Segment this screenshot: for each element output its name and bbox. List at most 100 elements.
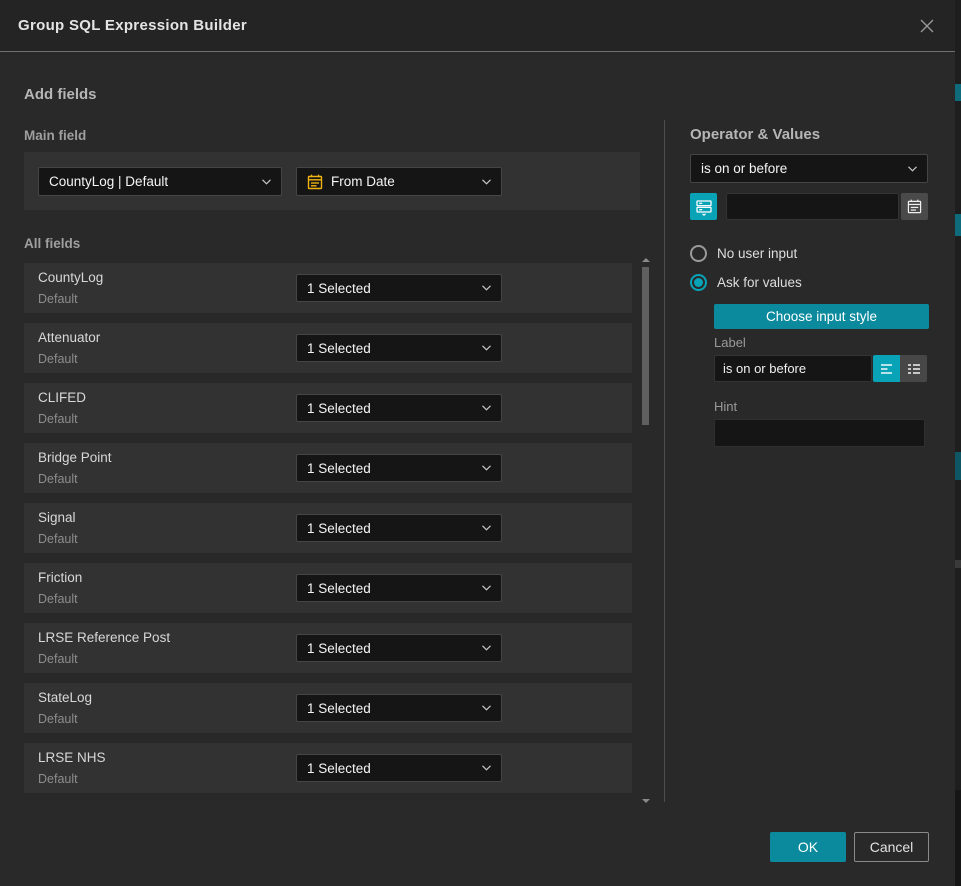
close-icon[interactable] — [917, 16, 937, 36]
dialog-header: Group SQL Expression Builder — [0, 0, 955, 52]
field-values-select[interactable]: 1 Selected — [296, 634, 502, 662]
chevron-down-icon — [482, 345, 491, 351]
field-values-select-label: 1 Selected — [307, 461, 371, 476]
field-values-select[interactable]: 1 Selected — [296, 694, 502, 722]
screen: Group SQL Expression Builder Add fields … — [0, 0, 961, 886]
field-sublabel: Default — [38, 592, 78, 606]
field-row: LRSE NHS Default 1 Selected — [24, 743, 632, 793]
scroll-down-arrow[interactable] — [641, 798, 650, 804]
background-fragment — [955, 84, 961, 101]
field-row: CountyLog Default 1 Selected — [24, 263, 632, 313]
field-values-select[interactable]: 1 Selected — [296, 334, 502, 362]
value-input[interactable] — [726, 193, 899, 220]
chevron-down-icon — [482, 765, 491, 771]
field-values-select-label: 1 Selected — [307, 641, 371, 656]
field-values-select-label: 1 Selected — [307, 281, 371, 296]
radio-circle-off — [690, 245, 707, 262]
field-values-select[interactable]: 1 Selected — [296, 454, 502, 482]
layer-select[interactable]: CountyLog | Default — [38, 167, 282, 196]
chevron-down-icon — [908, 166, 917, 172]
group-sql-expression-builder-dialog: Group SQL Expression Builder Add fields … — [0, 0, 955, 886]
dialog-title: Group SQL Expression Builder — [18, 17, 247, 34]
field-values-select[interactable]: 1 Selected — [296, 394, 502, 422]
calendar-icon — [907, 199, 922, 214]
field-row: CLIFED Default 1 Selected — [24, 383, 632, 433]
list-icon — [906, 361, 922, 377]
field-name: Signal — [38, 510, 76, 525]
main-field-select-value: From Date — [331, 174, 395, 189]
radio-circle-on — [690, 274, 707, 291]
cancel-button[interactable]: Cancel — [854, 832, 929, 862]
field-values-select[interactable]: 1 Selected — [296, 574, 502, 602]
ok-button[interactable]: OK — [770, 832, 846, 862]
operator-select-value: is on or before — [701, 161, 787, 176]
field-values-select-label: 1 Selected — [307, 401, 371, 416]
choose-input-style-button[interactable]: Choose input style — [714, 304, 929, 329]
field-values-select[interactable]: 1 Selected — [296, 274, 502, 302]
background-fragment — [955, 452, 961, 480]
all-fields-scrollbar[interactable] — [641, 257, 650, 804]
field-name: StateLog — [38, 690, 92, 705]
chevron-down-icon — [482, 465, 491, 471]
label-input[interactable] — [714, 355, 872, 382]
operator-values-heading: Operator & Values — [690, 126, 820, 143]
scroll-thumb[interactable] — [642, 267, 649, 425]
background-fragment — [955, 560, 961, 568]
label-caption: Label — [714, 335, 746, 350]
layer-select-value: CountyLog | Default — [49, 174, 168, 189]
operator-select[interactable]: is on or before — [690, 154, 928, 183]
field-row: Signal Default 1 Selected — [24, 503, 632, 553]
field-name: Bridge Point — [38, 450, 112, 465]
field-sublabel: Default — [38, 412, 78, 426]
field-name: LRSE Reference Post — [38, 630, 170, 645]
field-values-select-label: 1 Selected — [307, 341, 371, 356]
calendar-icon — [307, 174, 323, 190]
all-fields-label: All fields — [24, 236, 80, 251]
field-row: Bridge Point Default 1 Selected — [24, 443, 632, 493]
field-sublabel: Default — [38, 532, 78, 546]
value-type-button[interactable] — [690, 193, 717, 220]
hint-input[interactable] — [714, 419, 925, 447]
chevron-down-icon — [482, 405, 491, 411]
field-row: Attenuator Default 1 Selected — [24, 323, 632, 373]
chevron-down-icon — [482, 705, 491, 711]
field-values-select-label: 1 Selected — [307, 701, 371, 716]
radio-ask-for-values-label: Ask for values — [717, 275, 802, 290]
field-sublabel: Default — [38, 652, 78, 666]
field-row: Friction Default 1 Selected — [24, 563, 632, 613]
add-fields-heading: Add fields — [24, 86, 97, 103]
scroll-up-arrow[interactable] — [641, 257, 650, 263]
field-values-select[interactable]: 1 Selected — [296, 754, 502, 782]
field-name: Friction — [38, 570, 82, 585]
field-sublabel: Default — [38, 292, 78, 306]
chevron-down-icon — [262, 179, 271, 185]
field-name: CLIFED — [38, 390, 86, 405]
main-field-panel: CountyLog | Default From Date — [24, 152, 640, 210]
field-sublabel: Default — [38, 772, 78, 786]
chevron-down-icon — [482, 179, 491, 185]
background-fragment — [955, 214, 961, 236]
field-sublabel: Default — [38, 472, 78, 486]
field-row: LRSE Reference Post Default 1 Selected — [24, 623, 632, 673]
chevron-down-icon — [482, 525, 491, 531]
field-values-select-label: 1 Selected — [307, 761, 371, 776]
field-row: StateLog Default 1 Selected — [24, 683, 632, 733]
chevron-down-icon — [482, 285, 491, 291]
main-field-select[interactable]: From Date — [296, 167, 502, 196]
radio-no-user-input[interactable]: No user input — [690, 245, 797, 262]
radio-ask-for-values[interactable]: Ask for values — [690, 274, 802, 291]
background-app-sliver — [955, 0, 961, 886]
chevron-down-icon — [482, 585, 491, 591]
background-fragment — [955, 790, 961, 886]
hint-caption: Hint — [714, 399, 737, 414]
label-style-list-toggle[interactable] — [900, 355, 927, 382]
all-fields-list: CountyLog Default 1 Selected Attenuator … — [24, 263, 632, 793]
date-picker-button[interactable] — [901, 193, 928, 220]
value-type-icon — [695, 198, 713, 216]
field-values-select[interactable]: 1 Selected — [296, 514, 502, 542]
field-name: CountyLog — [38, 270, 103, 285]
field-sublabel: Default — [38, 352, 78, 366]
main-field-label: Main field — [24, 128, 86, 143]
label-style-text-toggle[interactable] — [873, 355, 900, 382]
panel-divider — [664, 120, 665, 802]
